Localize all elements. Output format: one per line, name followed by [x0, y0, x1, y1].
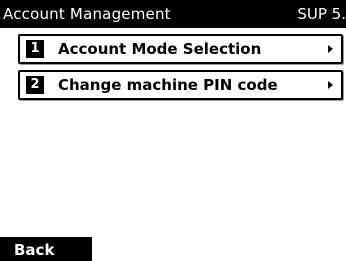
menu-item-label: Change machine PIN code: [58, 76, 278, 94]
title-bar: Account Management SUP 5.: [0, 0, 346, 28]
back-button[interactable]: Back: [0, 237, 92, 261]
menu-item-change-machine-pin-code[interactable]: 2 Change machine PIN code: [18, 70, 343, 100]
chevron-right-icon: [328, 81, 333, 89]
menu-item-number: 1: [26, 40, 44, 58]
menu-item-label: Account Mode Selection: [58, 40, 262, 58]
menu-item-account-mode-selection[interactable]: 1 Account Mode Selection: [18, 34, 343, 64]
back-button-label: Back: [14, 241, 55, 259]
chevron-right-icon: [328, 45, 333, 53]
menu-list: 1 Account Mode Selection 2 Change machin…: [18, 34, 343, 106]
screen-code: SUP 5.: [297, 5, 346, 23]
page-title: Account Management: [3, 5, 171, 23]
menu-item-number: 2: [26, 76, 44, 94]
